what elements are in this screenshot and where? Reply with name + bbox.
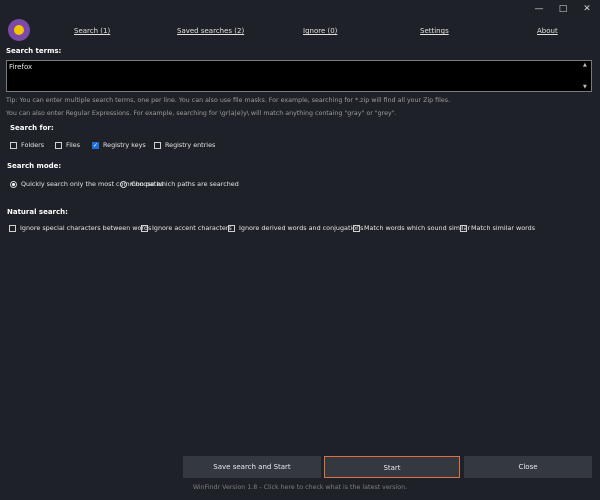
checkbox-ignore-special[interactable]: Ignore special characters between words bbox=[9, 224, 151, 232]
checkbox-folders-label: Folders bbox=[21, 141, 45, 149]
tip-regex: You can also enter Regular Expressions. … bbox=[6, 110, 397, 117]
checkbox-ignore-derived-box[interactable] bbox=[228, 224, 235, 232]
close-window-icon[interactable]: ✕ bbox=[582, 4, 592, 14]
version-footer-link[interactable]: WinFindr Version 1.8 - Click here to che… bbox=[0, 484, 600, 491]
nav-settings[interactable]: Settings bbox=[420, 27, 449, 35]
save-search-and-start-button[interactable]: Save search and Start bbox=[183, 456, 321, 478]
window-controls: — □ ✕ bbox=[534, 4, 592, 14]
search-mode-label: Search mode: bbox=[7, 162, 62, 170]
nav-ignore[interactable]: Ignore (0) bbox=[303, 27, 337, 35]
search-for-label: Search for: bbox=[10, 124, 54, 132]
search-terms-label: Search terms: bbox=[6, 47, 62, 55]
checkbox-folders[interactable]: Folders bbox=[10, 141, 44, 149]
checkbox-ignore-derived[interactable]: Ignore derived words and conjugations bbox=[228, 224, 364, 232]
checkbox-sound-similar-label: Match words which sound similar bbox=[364, 224, 471, 232]
checkbox-similar-words-label: Match similar words bbox=[471, 224, 536, 232]
maximize-icon[interactable]: □ bbox=[558, 4, 568, 14]
checkbox-registry-entries-box[interactable] bbox=[154, 141, 161, 149]
checkbox-registry-keys-label: Registry keys bbox=[103, 141, 146, 149]
scroll-down-icon[interactable]: ▼ bbox=[583, 84, 589, 90]
checkbox-files[interactable]: Files bbox=[55, 141, 80, 149]
close-button[interactable]: Close bbox=[464, 456, 592, 478]
search-terms-input[interactable]: Firefox ▲ ▼ bbox=[6, 60, 592, 92]
nav-search[interactable]: Search (1) bbox=[74, 27, 110, 35]
checkbox-ignore-accent[interactable]: Ignore accent characters bbox=[141, 224, 232, 232]
radio-quick-search-button[interactable] bbox=[10, 180, 17, 188]
checkbox-files-label: Files bbox=[66, 141, 81, 149]
checkbox-similar-words-box[interactable] bbox=[460, 224, 467, 232]
checkbox-registry-keys[interactable]: ✓ Registry keys bbox=[92, 141, 146, 149]
checkbox-sound-similar[interactable]: Match words which sound similar bbox=[353, 224, 470, 232]
tip-file-masks: Tip: You can enter multiple search terms… bbox=[6, 97, 451, 104]
checkbox-ignore-special-box[interactable] bbox=[9, 224, 16, 232]
checkbox-sound-similar-box[interactable] bbox=[353, 224, 360, 232]
search-terms-value: Firefox bbox=[9, 63, 33, 71]
start-button[interactable]: Start bbox=[324, 456, 460, 478]
checkbox-folders-box[interactable] bbox=[10, 141, 17, 149]
nav-saved-searches[interactable]: Saved searches (2) bbox=[177, 27, 244, 35]
checkbox-similar-words[interactable]: Match similar words bbox=[460, 224, 535, 232]
checkbox-ignore-derived-label: Ignore derived words and conjugations bbox=[239, 224, 364, 232]
checkbox-registry-keys-box[interactable]: ✓ bbox=[92, 141, 99, 149]
natural-search-label: Natural search: bbox=[7, 208, 68, 216]
main-navigation: Search (1) Saved searches (2) Ignore (0)… bbox=[0, 27, 600, 39]
checkbox-registry-entries-label: Registry entries bbox=[165, 141, 216, 149]
minimize-icon[interactable]: — bbox=[534, 4, 544, 14]
radio-choose-paths[interactable]: Choose which paths are searched bbox=[120, 180, 239, 188]
checkbox-registry-entries[interactable]: Registry entries bbox=[154, 141, 215, 149]
checkbox-files-box[interactable] bbox=[55, 141, 62, 149]
nav-about[interactable]: About bbox=[537, 27, 558, 35]
scroll-up-icon[interactable]: ▲ bbox=[583, 62, 589, 68]
radio-choose-paths-label: Choose which paths are searched bbox=[131, 180, 239, 188]
checkbox-ignore-special-label: Ignore special characters between words bbox=[20, 224, 152, 232]
radio-choose-paths-button[interactable] bbox=[120, 180, 127, 188]
checkbox-ignore-accent-label: Ignore accent characters bbox=[152, 224, 232, 232]
checkbox-ignore-accent-box[interactable] bbox=[141, 224, 148, 232]
